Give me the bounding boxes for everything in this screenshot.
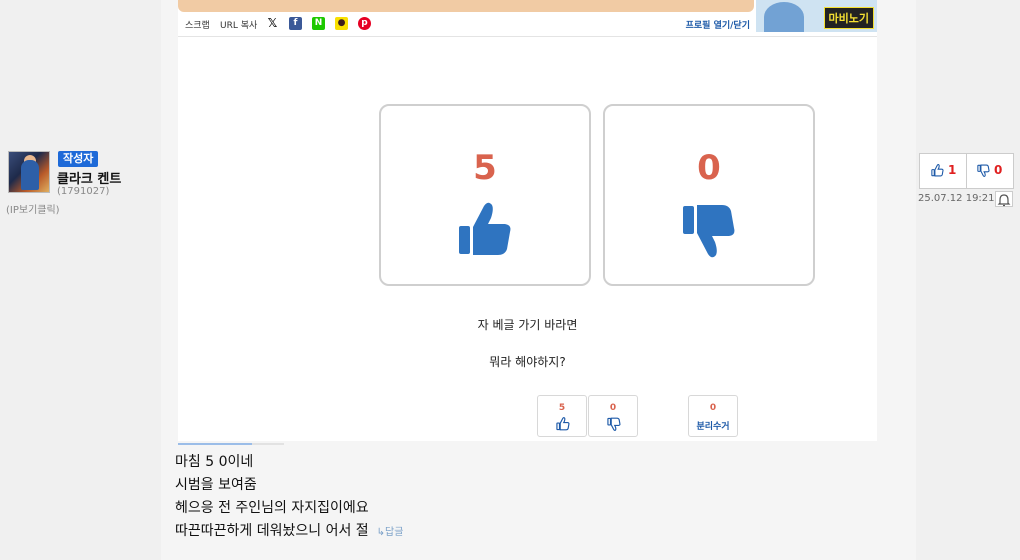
profile-toggle-link[interactable]: 프로필 열기/닫기 bbox=[686, 18, 750, 31]
comment-line-last: 따끈따끈하게 데워놨으니 어서 절 ↳답글 bbox=[175, 520, 403, 544]
reply-link[interactable]: ↳답글 bbox=[377, 527, 404, 538]
author-name[interactable]: 클라크 켄트 bbox=[57, 168, 121, 187]
mini-thumbs-up-icon bbox=[556, 417, 570, 431]
mini-downvote-count: 0 bbox=[609, 403, 617, 413]
read-progress-bar bbox=[178, 443, 284, 445]
caption-line-2: 뭐라 해야하지? bbox=[489, 355, 566, 369]
comment-body: 마침 5 0이네 시범을 보여줌 헤으응 전 주인님의 자지집이에요 따끈따끈하… bbox=[175, 451, 403, 544]
recycle-button[interactable]: 0 분리수거 bbox=[688, 395, 738, 437]
recycle-label: 분리수거 bbox=[696, 422, 730, 432]
share-bar: 스크랩 URL 복사 𝕏 f N ● p 프로필 열기/닫기 bbox=[178, 12, 754, 36]
kakaotalk-icon[interactable]: ● bbox=[335, 17, 348, 30]
right-column bbox=[916, 0, 1020, 560]
upvote-count: 5 bbox=[473, 148, 497, 188]
comment-line: 마침 5 0이네 bbox=[175, 454, 254, 470]
comment-vote-widget: 1 0 bbox=[919, 153, 1014, 189]
divider bbox=[178, 36, 877, 37]
recycle-count: 0 bbox=[709, 403, 717, 413]
mini-thumbs-down-icon bbox=[607, 417, 621, 431]
avatar-figure bbox=[21, 160, 39, 190]
thumbs-up-icon bbox=[931, 164, 944, 177]
author-badge: 작성자 bbox=[58, 151, 99, 167]
ip-view-link[interactable]: (IP보기클릭) bbox=[6, 201, 60, 216]
mini-downvote-button[interactable]: 0 bbox=[588, 395, 638, 437]
pinterest-icon[interactable]: p bbox=[358, 17, 371, 30]
comment-downvote-button[interactable]: 0 bbox=[967, 154, 1014, 188]
naver-icon[interactable]: N bbox=[312, 17, 325, 30]
facebook-icon[interactable]: f bbox=[289, 17, 302, 30]
avatar[interactable] bbox=[8, 151, 50, 193]
comment-line: 따끈따끈하게 데워놨으니 어서 절 bbox=[175, 523, 369, 539]
copy-url-button[interactable]: URL 복사 bbox=[220, 18, 257, 31]
comment-upvote-count: 1 bbox=[948, 163, 957, 177]
read-progress-fill bbox=[178, 443, 253, 445]
comment-line: 시범을 보여줌 bbox=[175, 477, 257, 493]
x-icon[interactable]: 𝕏 bbox=[266, 17, 279, 30]
thumbs-up-icon bbox=[459, 202, 511, 255]
downvote-count: 0 bbox=[697, 148, 721, 188]
scrap-button[interactable]: 스크랩 bbox=[185, 18, 210, 31]
caption-line-1: 자 베글 가기 바라면 bbox=[477, 318, 578, 332]
bell-icon bbox=[997, 194, 1011, 207]
notify-button[interactable] bbox=[995, 191, 1013, 207]
author-id: (1791027) bbox=[57, 186, 110, 197]
mini-upvote-button[interactable]: 5 bbox=[537, 395, 587, 437]
mini-upvote-count: 5 bbox=[558, 403, 566, 413]
comment-downvote-count: 0 bbox=[994, 163, 1003, 177]
embedded-article-card: 마비노기 스크랩 URL 복사 𝕏 f N ● p 프로필 열기/닫기 5 0 … bbox=[178, 0, 877, 441]
left-column bbox=[0, 0, 161, 560]
comment-upvote-button[interactable]: 1 bbox=[920, 154, 967, 188]
downvote-box[interactable]: 0 bbox=[603, 104, 815, 286]
ad-text: 마비노기 bbox=[823, 7, 874, 29]
thumbs-down-icon bbox=[977, 164, 990, 177]
upvote-box[interactable]: 5 bbox=[379, 104, 591, 286]
thumbs-down-icon bbox=[683, 205, 735, 258]
side-ad-banner[interactable]: 마비노기 bbox=[756, 0, 877, 32]
comment-line: 헤으응 전 주인님의 자지집이에요 bbox=[175, 500, 369, 516]
top-banner bbox=[178, 0, 754, 12]
comment-date: 25.07.12 19:21 bbox=[918, 193, 995, 204]
ad-character bbox=[764, 2, 804, 32]
